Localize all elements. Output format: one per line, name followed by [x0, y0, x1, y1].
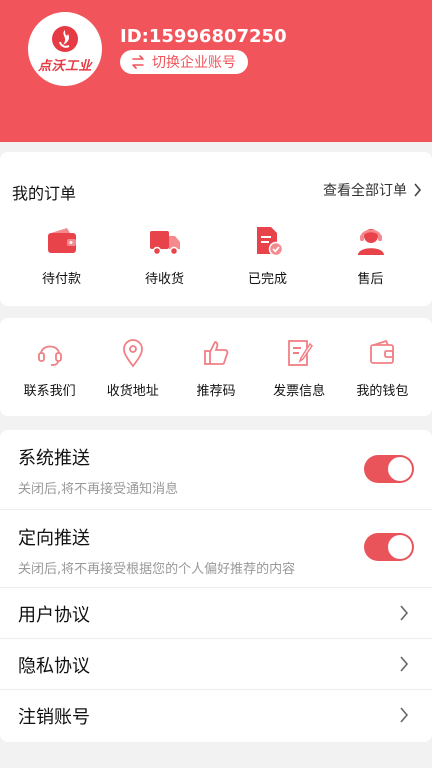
tool-referral-code[interactable]: 推荐码	[176, 338, 256, 399]
view-all-orders-label: 查看全部订单	[323, 183, 407, 199]
targeted-push-desc: 关闭后,将不再接受根据您的个人偏好推荐的内容	[18, 562, 296, 577]
tool-invoice-label: 发票信息	[273, 384, 326, 399]
swap-icon	[132, 55, 144, 69]
toggle-knob	[388, 457, 412, 481]
chevron-right-icon	[414, 183, 422, 197]
company-logo: 点沃工业	[28, 12, 102, 86]
system-push-toggle[interactable]	[364, 455, 414, 483]
tool-address[interactable]: 收货地址	[93, 338, 173, 399]
setting-privacy-agreement[interactable]: 隐私协议	[0, 639, 432, 690]
invoice-icon	[288, 340, 314, 366]
targeted-push-toggle[interactable]	[364, 533, 414, 561]
order-completed[interactable]: 已完成	[228, 224, 308, 287]
order-pending-payment-label: 待付款	[41, 272, 81, 287]
wallet-outline-icon	[370, 339, 395, 364]
orders-card: 我的订单 查看全部订单 待付款 待收货 已完成 售后	[0, 152, 432, 306]
tools-card: 联系我们 收货地址 推荐码 发票信息 我的钱包	[0, 318, 432, 416]
tool-contact-us[interactable]: 联系我们	[10, 338, 90, 399]
tool-wallet[interactable]: 我的钱包	[342, 338, 422, 399]
view-all-orders-link[interactable]: 查看全部订单	[323, 180, 422, 200]
order-completed-label: 已完成	[247, 272, 287, 287]
chevron-right-icon	[400, 605, 409, 621]
customer-service-icon	[357, 229, 384, 255]
system-push-desc: 关闭后,将不再接受通知消息	[18, 482, 179, 497]
user-id: ID:15996807250	[120, 26, 287, 47]
order-pending-delivery-label: 待收货	[144, 272, 184, 287]
tool-referral-code-label: 推荐码	[196, 384, 236, 399]
settings-card: 系统推送 关闭后,将不再接受通知消息 定向推送 关闭后,将不再接受根据您的个人偏…	[0, 430, 432, 742]
truck-icon	[149, 231, 180, 256]
privacy-agreement-label: 隐私协议	[18, 656, 90, 677]
tool-contact-us-label: 联系我们	[23, 384, 76, 399]
order-after-sales[interactable]: 售后	[331, 224, 411, 287]
headset-icon	[37, 345, 62, 366]
chevron-right-icon	[400, 656, 409, 672]
delete-account-label: 注销账号	[18, 707, 90, 728]
switch-account-label: 切换企业账号	[152, 55, 236, 71]
switch-account-button[interactable]: 切换企业账号	[120, 50, 248, 74]
logo-text: 点沃工业	[37, 58, 92, 74]
order-pending-delivery[interactable]: 待收货	[125, 224, 205, 287]
profile-header: 点沃工业 ID:15996807250 切换企业账号	[0, 0, 432, 142]
thumbs-up-icon	[204, 341, 229, 365]
tool-invoice[interactable]: 发票信息	[259, 338, 339, 399]
setting-delete-account[interactable]: 注销账号	[0, 690, 432, 742]
system-push-title: 系统推送	[18, 448, 90, 469]
targeted-push-title: 定向推送	[18, 528, 90, 549]
tools-row: 联系我们 收货地址 推荐码 发票信息 我的钱包	[0, 338, 432, 399]
tool-wallet-label: 我的钱包	[356, 384, 409, 399]
user-agreement-label: 用户协议	[18, 605, 90, 626]
order-after-sales-label: 售后	[357, 272, 384, 287]
flame-logo-icon	[52, 25, 78, 52]
document-check-icon	[256, 227, 283, 257]
wallet-icon	[47, 228, 76, 253]
location-pin-icon	[122, 339, 143, 368]
setting-targeted-push: 定向推送 关闭后,将不再接受根据您的个人偏好推荐的内容	[0, 510, 432, 588]
orders-title: 我的订单	[12, 184, 77, 203]
order-status-row: 待付款 待收货 已完成 售后	[0, 224, 432, 287]
setting-system-push: 系统推送 关闭后,将不再接受通知消息	[0, 430, 432, 510]
setting-user-agreement[interactable]: 用户协议	[0, 588, 432, 639]
chevron-right-icon	[400, 707, 409, 723]
order-pending-payment[interactable]: 待付款	[22, 224, 102, 287]
tool-address-label: 收货地址	[106, 384, 159, 399]
toggle-knob	[388, 535, 412, 559]
